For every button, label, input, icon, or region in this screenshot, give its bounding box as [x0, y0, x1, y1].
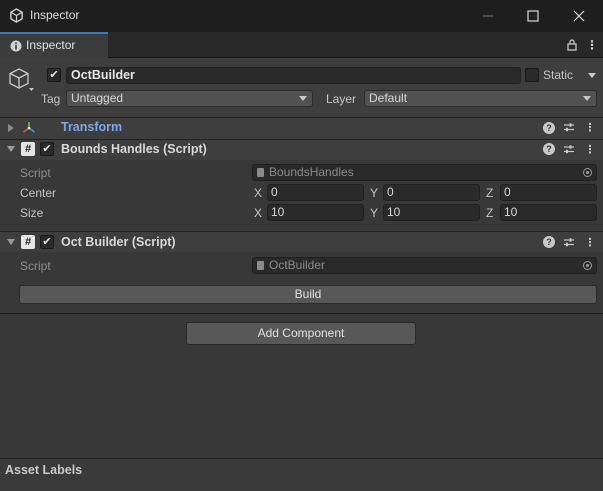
script-label: Script	[20, 166, 51, 180]
script-label: Script	[20, 259, 51, 273]
size-y-field[interactable]: 10	[383, 204, 480, 221]
center-y-field[interactable]: 0	[383, 184, 480, 201]
script-icon: #	[21, 142, 35, 156]
checkmark-icon: ✔	[42, 143, 52, 155]
help-icon[interactable]: ?	[543, 236, 555, 248]
asset-labels-label: Asset Labels	[5, 463, 83, 477]
close-icon[interactable]	[568, 5, 590, 27]
unity-logo-icon	[10, 8, 23, 23]
center-z-label[interactable]: Z	[486, 186, 493, 200]
size-y-label[interactable]: Y	[370, 206, 378, 220]
center-x-field[interactable]: 0	[267, 184, 364, 201]
maximize-icon[interactable]	[522, 5, 544, 27]
presets-icon[interactable]	[563, 121, 575, 133]
center-label: Center	[20, 186, 57, 200]
layer-dropdown[interactable]: Default	[364, 90, 597, 107]
component-menu-icon[interactable]: ⋮	[583, 236, 597, 250]
transform-icon	[23, 122, 35, 133]
bounds-handles-title: Bounds Handles (Script)	[61, 142, 207, 156]
help-icon[interactable]: ?	[543, 122, 555, 134]
foldout-expanded-icon[interactable]	[7, 146, 15, 152]
size-z-field[interactable]: 10	[500, 204, 597, 221]
presets-icon[interactable]	[563, 236, 575, 248]
window-title: Inspector	[30, 8, 80, 22]
oct-builder-title: Oct Builder (Script)	[61, 235, 176, 249]
component-menu-icon[interactable]: ⋮	[583, 143, 597, 157]
static-checkbox[interactable]	[525, 68, 539, 82]
help-icon[interactable]: ?	[543, 143, 555, 155]
foldout-collapsed-icon[interactable]	[8, 124, 14, 132]
chevron-down-icon	[299, 96, 307, 101]
add-component-button[interactable]: Add Component	[186, 322, 416, 345]
center-z-field[interactable]: 0	[500, 184, 597, 201]
center-x-label[interactable]: X	[254, 186, 262, 200]
info-icon	[10, 40, 22, 52]
size-z-label[interactable]: Z	[486, 206, 493, 220]
title-bar	[0, 0, 603, 32]
checkmark-icon: ✔	[42, 236, 52, 248]
chevron-down-icon	[583, 96, 591, 101]
component-menu-icon[interactable]: ⋮	[583, 121, 597, 135]
divider	[0, 313, 603, 314]
size-x-label[interactable]: X	[254, 206, 262, 220]
more-options-icon[interactable]: ⋮	[586, 37, 598, 53]
size-label: Size	[20, 206, 44, 220]
layer-label: Layer	[326, 92, 357, 106]
presets-icon[interactable]	[563, 143, 575, 155]
script-value: OctBuilder	[269, 258, 326, 272]
transform-title: Transform	[61, 120, 123, 134]
script-object-field[interactable]: OctBuilder	[252, 257, 597, 274]
static-dropdown-icon[interactable]	[586, 66, 598, 84]
foldout-expanded-icon[interactable]	[7, 239, 15, 245]
script-file-icon	[257, 261, 264, 270]
object-name-field[interactable]: OctBuilder	[66, 67, 521, 84]
bounds-handles-enabled-checkbox[interactable]: ✔	[40, 142, 54, 156]
object-picker-icon[interactable]	[583, 261, 592, 270]
oct-builder-enabled-checkbox[interactable]: ✔	[40, 235, 54, 249]
script-icon: #	[21, 235, 35, 249]
size-x-field[interactable]: 10	[267, 204, 364, 221]
script-object-field[interactable]: BoundsHandles	[252, 164, 597, 181]
center-y-label[interactable]: Y	[370, 186, 378, 200]
static-label: Static	[543, 68, 574, 82]
tag-dropdown[interactable]: Untagged	[66, 90, 313, 107]
tab-inspector-label: Inspector	[26, 38, 76, 52]
object-picker-icon[interactable]	[583, 168, 592, 177]
tag-label: Tag	[41, 92, 61, 106]
minimize-icon[interactable]	[477, 5, 499, 27]
build-button[interactable]: Build	[19, 285, 597, 304]
asset-labels-bar	[0, 458, 603, 491]
cube-icon[interactable]	[7, 66, 35, 94]
lock-icon[interactable]	[567, 39, 577, 51]
script-file-icon	[257, 168, 264, 177]
tag-value: Untagged	[71, 91, 124, 105]
active-checkbox[interactable]: ✔	[47, 68, 61, 82]
layer-value: Default	[369, 91, 408, 105]
script-value: BoundsHandles	[269, 165, 354, 179]
checkmark-icon: ✔	[49, 69, 59, 81]
